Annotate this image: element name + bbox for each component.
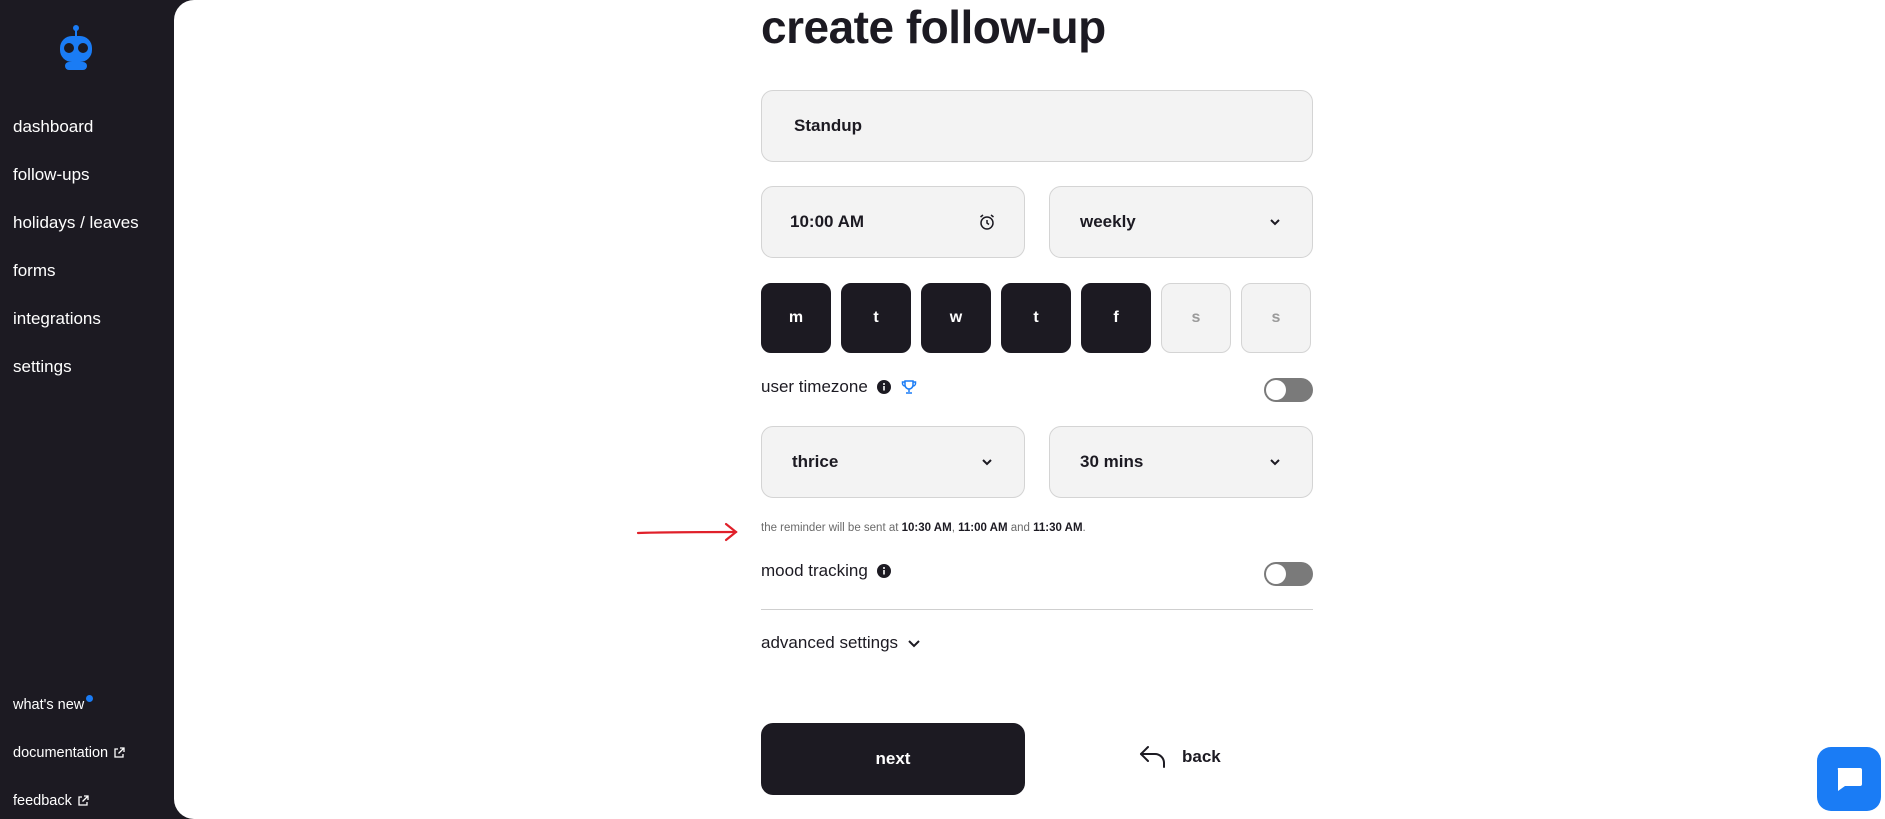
sidebar-item-forms[interactable]: forms (13, 258, 139, 306)
sidebar-item-holidays-leaves[interactable]: holidays / leaves (13, 210, 139, 258)
chevron-down-icon (1270, 219, 1280, 226)
day-toggle-tuesday[interactable]: t (841, 283, 911, 353)
documentation-label: documentation (13, 745, 109, 761)
info-icon[interactable] (876, 564, 891, 578)
hint-time-1: 10:30 AM (901, 522, 952, 534)
chevron-down-icon (908, 640, 920, 648)
feedback-link[interactable]: feedback (13, 777, 125, 819)
mood-tracking-label: mood tracking (761, 561, 868, 580)
user-timezone-row: user timezone (761, 377, 917, 397)
sidebar-item-follow-ups[interactable]: follow-ups (13, 162, 139, 210)
day-toggle-sunday[interactable]: s (1241, 283, 1311, 353)
user-timezone-label: user timezone (761, 377, 868, 396)
day-toggle-thursday[interactable]: t (1001, 283, 1071, 353)
sidebar: dashboard follow-ups holidays / leaves f… (0, 0, 174, 819)
sidebar-bottom-links: what's new documentation feedback (13, 681, 125, 819)
mood-tracking-row: mood tracking (761, 561, 891, 581)
hint-time-2: 11:00 AM (958, 522, 1008, 534)
follow-up-name-input[interactable]: Standup (761, 90, 1313, 162)
info-icon[interactable] (876, 380, 891, 394)
frequency-select[interactable]: weekly (1049, 186, 1313, 258)
chevron-down-icon (1270, 459, 1280, 466)
advanced-settings-toggle[interactable]: advanced settings (761, 633, 922, 653)
sidebar-nav: dashboard follow-ups holidays / leaves f… (13, 114, 139, 402)
sidebar-item-settings[interactable]: settings (13, 354, 139, 402)
reminder-count-select[interactable]: thrice (761, 426, 1025, 498)
back-arrow-icon (1140, 746, 1165, 768)
weekday-selector: m t w t f s s (761, 283, 1311, 353)
day-toggle-friday[interactable]: f (1081, 283, 1151, 353)
back-button[interactable]: back (1138, 744, 1221, 770)
frequency-value: weekly (1080, 212, 1136, 231)
follow-up-name-value: Standup (794, 116, 862, 135)
day-toggle-saturday[interactable]: s (1161, 283, 1231, 353)
day-toggle-monday[interactable]: m (761, 283, 831, 353)
back-label: back (1182, 747, 1221, 766)
advanced-settings-label: advanced settings (761, 633, 899, 652)
whats-new-label: what's new (13, 697, 85, 713)
chat-icon (1837, 768, 1862, 791)
chevron-down-icon (982, 459, 992, 466)
day-toggle-wednesday[interactable]: w (921, 283, 991, 353)
feedback-label: feedback (13, 793, 72, 809)
reminder-interval-value: 30 mins (1080, 452, 1144, 471)
whats-new-link[interactable]: what's new (13, 681, 125, 729)
time-picker[interactable]: 10:00 AM (761, 186, 1025, 258)
hint-prefix: the reminder will be sent at (761, 522, 902, 534)
divider (761, 609, 1313, 610)
next-button[interactable]: next (761, 723, 1025, 795)
trophy-icon[interactable] (901, 379, 917, 395)
reminder-interval-select[interactable]: 30 mins (1049, 426, 1313, 498)
external-link-icon (114, 747, 125, 758)
mood-tracking-toggle[interactable] (1264, 562, 1313, 586)
chat-support-button[interactable] (1817, 747, 1881, 811)
robot-logo-icon[interactable] (56, 24, 96, 74)
hint-time-3: 11:30 AM (1033, 522, 1083, 534)
user-timezone-toggle[interactable] (1264, 378, 1313, 402)
time-value: 10:00 AM (790, 212, 865, 231)
annotation-arrow-icon (636, 522, 738, 542)
alarm-clock-icon[interactable] (978, 213, 996, 231)
sidebar-item-dashboard[interactable]: dashboard (13, 114, 139, 162)
toggle-knob (1266, 564, 1286, 584)
documentation-link[interactable]: documentation (13, 729, 125, 777)
toggle-knob (1266, 380, 1286, 400)
notification-dot-icon (86, 694, 94, 702)
hint-suffix: . (1082, 522, 1086, 534)
hint-separator-2: and (1007, 522, 1034, 534)
sidebar-item-integrations[interactable]: integrations (13, 306, 139, 354)
external-link-icon (78, 795, 89, 806)
page-title: create follow-up (761, 1, 1106, 53)
reminder-schedule-hint: the reminder will be sent at 10:30 AM, 1… (761, 522, 1086, 534)
reminder-count-value: thrice (792, 452, 839, 471)
